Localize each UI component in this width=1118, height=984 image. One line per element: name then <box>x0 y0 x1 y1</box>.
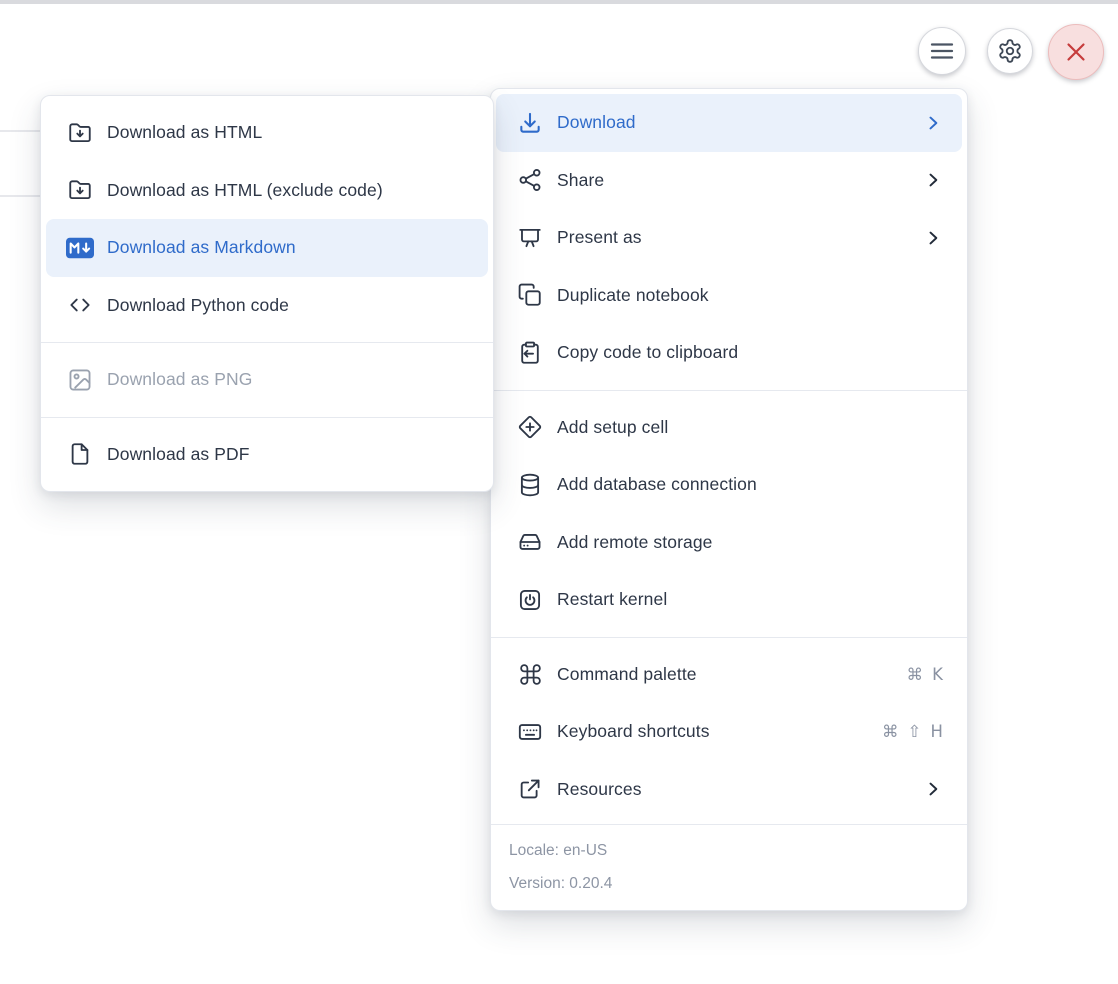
menu-item-label: Download as Markdown <box>107 237 469 258</box>
close-button[interactable] <box>1048 24 1104 80</box>
shortcut-hint: ⌘ ⇧ H <box>882 722 943 741</box>
settings-button[interactable] <box>987 28 1033 74</box>
menu-item-label: Add setup cell <box>557 417 943 438</box>
code-icon <box>66 291 94 319</box>
locale-text: Locale: en-US <box>509 834 949 867</box>
menu-divider <box>491 637 967 638</box>
menu-item-label: Download <box>557 112 911 133</box>
folder-download-icon <box>66 176 94 204</box>
shortcut-key: ⌘ <box>882 722 899 741</box>
shortcut-hint: ⌘K <box>906 665 943 684</box>
menu-item-label: Duplicate notebook <box>557 285 943 306</box>
chevron-right-icon <box>923 779 943 799</box>
menu-item-label: Keyboard shortcuts <box>557 721 870 742</box>
shortcut-key: K <box>932 665 943 684</box>
version-text: Version: 0.20.4 <box>509 867 949 900</box>
menu-item-label: Share <box>557 170 911 191</box>
menu-item-present-as[interactable]: Present as <box>491 209 967 267</box>
menu-item-label: Restart kernel <box>557 589 943 610</box>
menu-item-label: Download as HTML <box>107 122 469 143</box>
menu-item-label: Add remote storage <box>557 532 943 553</box>
shortcut-key: H <box>930 722 943 741</box>
menu-item-add-setup-cell[interactable]: Add setup cell <box>491 399 967 457</box>
menu-item-download-as-markdown[interactable]: Download as Markdown <box>46 219 488 277</box>
menu-item-resources[interactable]: Resources <box>491 761 967 819</box>
database-icon <box>516 471 544 499</box>
clipboard-copy-icon <box>516 339 544 367</box>
page-divider-line <box>0 130 41 132</box>
external-link-icon <box>516 775 544 803</box>
menu-item-download-as-html-exclude-code[interactable]: Download as HTML (exclude code) <box>41 162 493 220</box>
menu-item-duplicate-notebook[interactable]: Duplicate notebook <box>491 267 967 325</box>
shortcut-key: ⇧ <box>908 722 922 741</box>
menu-item-download-python-code[interactable]: Download Python code <box>41 277 493 335</box>
menu-divider <box>491 390 967 391</box>
menu-item-add-remote-storage[interactable]: Add remote storage <box>491 514 967 572</box>
menu-item-copy-code-to-clipboard[interactable]: Copy code to clipboard <box>491 324 967 382</box>
presentation-icon <box>516 224 544 252</box>
menu-item-label: Present as <box>557 227 911 248</box>
menu-item-command-palette[interactable]: Command palette⌘K <box>491 646 967 704</box>
menu-item-download-as-pdf[interactable]: Download as PDF <box>41 426 493 484</box>
download-icon <box>516 109 544 137</box>
menu-item-download[interactable]: Download <box>496 94 962 152</box>
menu-item-label: Download as PDF <box>107 444 469 465</box>
chevron-right-icon <box>923 228 943 248</box>
markdown-icon <box>66 234 94 262</box>
shortcut-key: ⌘ <box>906 665 923 684</box>
menu-item-keyboard-shortcuts[interactable]: Keyboard shortcuts ⌘ ⇧ H <box>491 703 967 761</box>
menu-item-label: Add database connection <box>557 474 943 495</box>
menu-item-label: Resources <box>557 779 911 800</box>
menu-item-label: Command palette <box>557 664 894 685</box>
window-top-bar <box>0 0 1118 4</box>
menu-item-label: Download as HTML (exclude code) <box>107 180 469 201</box>
menu-item-restart-kernel[interactable]: Restart kernel <box>491 571 967 629</box>
file-icon <box>66 440 94 468</box>
hamburger-menu-button[interactable] <box>918 27 966 75</box>
menu-item-download-as-png: Download as PNG <box>41 351 493 409</box>
duplicate-icon <box>516 281 544 309</box>
menu-divider <box>41 417 493 418</box>
chevron-right-icon <box>923 113 943 133</box>
menu-item-label: Download Python code <box>107 295 469 316</box>
command-icon <box>516 660 544 688</box>
menu-item-add-database-connection[interactable]: Add database connection <box>491 456 967 514</box>
power-icon <box>516 586 544 614</box>
hard-drive-icon <box>516 528 544 556</box>
menu-item-share[interactable]: Share <box>491 152 967 210</box>
share-icon <box>516 166 544 194</box>
folder-download-icon <box>66 119 94 147</box>
menu-divider <box>41 342 493 343</box>
menu-item-label: Download as PNG <box>107 369 469 390</box>
page-divider-line <box>0 195 41 197</box>
menu-footer: Locale: en-US Version: 0.20.4 <box>491 824 967 910</box>
download-submenu: Download as HTML Download as HTML (exclud… <box>40 95 494 492</box>
notebook-main-menu: Download Share Present as Duplicate noteboo… <box>490 88 968 911</box>
hamburger-icon <box>930 39 954 63</box>
menu-item-download-as-html[interactable]: Download as HTML <box>41 104 493 162</box>
chevron-right-icon <box>923 170 943 190</box>
diamond-plus-icon <box>516 413 544 441</box>
keyboard-icon <box>516 718 544 746</box>
menu-item-label: Copy code to clipboard <box>557 342 943 363</box>
close-icon <box>1064 40 1088 64</box>
gear-icon <box>997 38 1023 64</box>
image-icon <box>66 366 94 394</box>
